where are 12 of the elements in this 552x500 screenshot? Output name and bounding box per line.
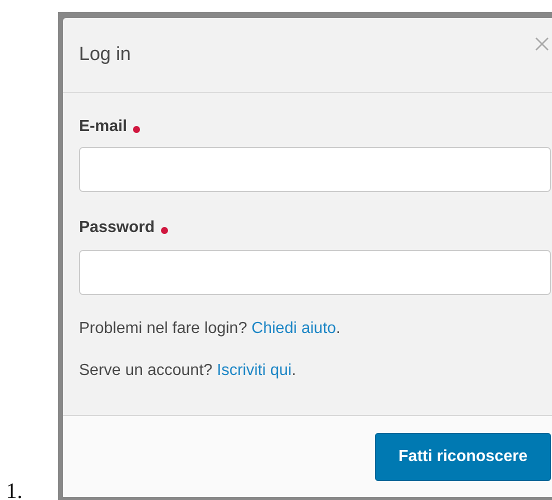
submit-button[interactable]: Fatti riconoscere xyxy=(375,433,551,481)
dialog-title: Log in xyxy=(79,44,131,66)
help-text: Problemi nel fare login? Chiedi aiuto. xyxy=(79,319,342,339)
help-text: Serve un account? Iscriviti qui. xyxy=(79,361,298,381)
input-field[interactable] xyxy=(79,147,551,192)
help-link[interactable]: Iscriviti qui xyxy=(216,362,292,379)
list-number: 1. xyxy=(5,479,24,500)
help-link[interactable]: Chiedi aiuto xyxy=(252,320,336,337)
field-label: Password xyxy=(79,218,168,238)
close-icon[interactable] xyxy=(535,37,549,51)
field-label: E-mail xyxy=(79,117,140,137)
input-field[interactable] xyxy=(79,250,551,295)
